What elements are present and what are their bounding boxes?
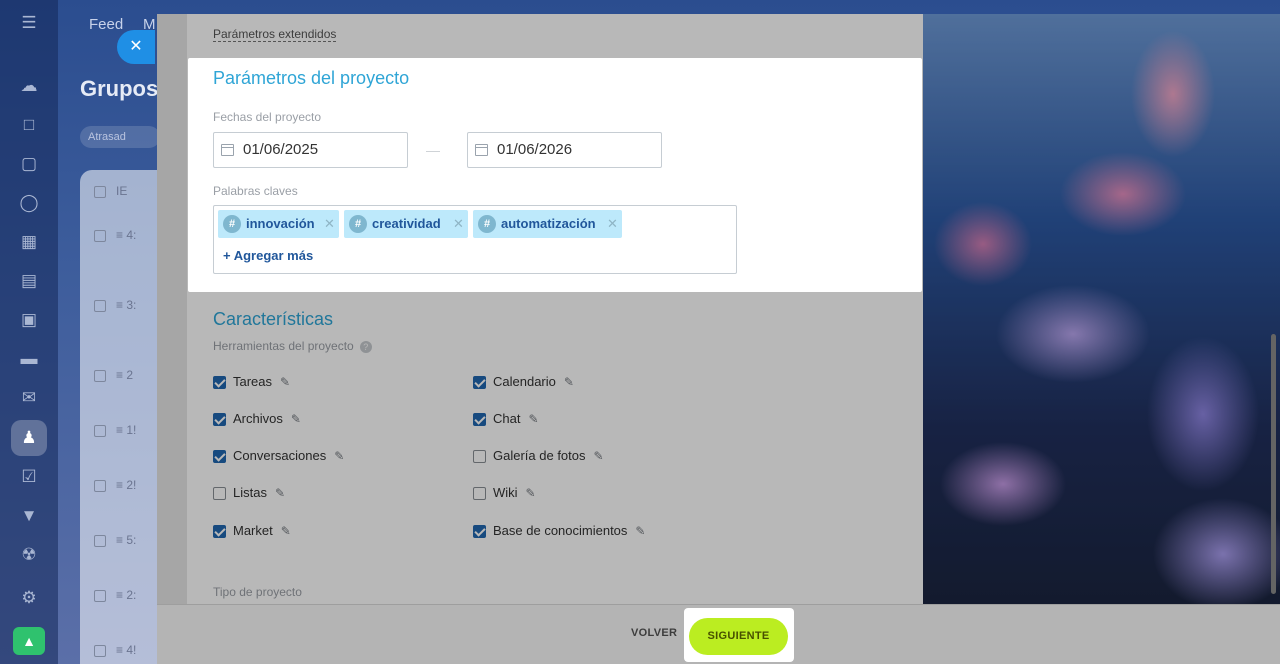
close-icon: ✕ [129, 38, 143, 55]
pencil-icon[interactable]: ✎ [334, 447, 344, 465]
start-date-input[interactable]: 01/06/2025 [213, 132, 408, 168]
tool-galeria[interactable]: Galería de fotos ✎ [473, 447, 604, 465]
mail-icon[interactable]: ✉ [17, 386, 41, 410]
close-slider-button[interactable]: ✕ [117, 30, 155, 64]
tool-archivos[interactable]: Archivos ✎ [213, 410, 301, 428]
tag-chip: # innovación ✕ [218, 210, 339, 238]
table-row[interactable]: ≡ 2: [94, 588, 154, 602]
settings-icon[interactable]: ⚙ [17, 586, 41, 610]
calendar-icon [221, 144, 234, 156]
pencil-icon[interactable]: ✎ [526, 484, 536, 502]
pencil-icon[interactable]: ✎ [281, 522, 291, 540]
checkbox-icon[interactable] [473, 524, 486, 538]
pencil-icon[interactable]: ✎ [528, 410, 538, 428]
checkbox-icon[interactable] [213, 412, 226, 426]
checklist-icon[interactable]: ☑ [17, 465, 41, 489]
end-date-input[interactable]: 01/06/2026 [467, 132, 662, 168]
tools-label: Herramientas del proyecto? [213, 339, 372, 353]
scrollbar[interactable] [1271, 334, 1276, 594]
table-row[interactable]: ≡ 2! [94, 478, 154, 492]
create-project-panel: Parámetros extendidos Características He… [157, 14, 1280, 664]
remove-tag-icon[interactable]: ✕ [453, 210, 464, 238]
left-sidebar: ☰ ☁ □ ▢ ◯ ▦ ▤ ▣ ▬ ✉ ♟ ☑ ▼ ☢ ⚙ ▲ [0, 0, 58, 664]
crm-icon[interactable]: ◯ [17, 191, 41, 215]
tool-chat[interactable]: Chat ✎ [473, 410, 539, 428]
tool-calendario[interactable]: Calendario ✎ [473, 373, 574, 391]
checkbox-icon[interactable] [473, 449, 486, 463]
hash-icon: # [349, 215, 367, 233]
tag-chip: # creatividad ✕ [344, 210, 468, 238]
robot-icon[interactable]: ☢ [17, 543, 41, 567]
hash-icon: # [223, 215, 241, 233]
calendar-icon[interactable]: ▦ [17, 230, 41, 254]
add-more-tags-link[interactable]: + Agregar más [223, 248, 313, 263]
footer-bar: VOLVER SIGUIENTE [157, 604, 1280, 664]
project-params-card: Parámetros del proyecto Fechas del proye… [188, 58, 922, 292]
project-type-label: Tipo de proyecto [213, 585, 302, 599]
tool-wiki[interactable]: Wiki ✎ [473, 484, 536, 502]
project-params-title: Parámetros del proyecto [213, 68, 410, 88]
remove-tag-icon[interactable]: ✕ [324, 210, 335, 238]
date-separator [426, 151, 440, 152]
pencil-icon[interactable]: ✎ [635, 522, 645, 540]
keywords-input[interactable]: # innovación ✕ # creatividad ✕ # automatizaci… [213, 205, 737, 274]
pencil-icon[interactable]: ✎ [280, 373, 290, 391]
table-row[interactable]: ≡ 3: [94, 298, 154, 312]
tasks-icon[interactable]: ▢ [17, 152, 41, 176]
checkbox-icon[interactable] [473, 375, 486, 389]
checkbox-icon[interactable] [213, 375, 226, 389]
table-row[interactable]: ≡ 4! [94, 643, 154, 657]
rocket-icon[interactable]: ▲ [13, 627, 45, 655]
table-header: IE [94, 184, 154, 198]
checkbox-icon[interactable] [213, 449, 226, 463]
help-icon[interactable]: ? [359, 340, 372, 353]
next-button[interactable]: SIGUIENTE [689, 618, 788, 655]
groups-icon[interactable]: ♟ [11, 420, 47, 456]
table-row[interactable]: ≡ 4: [94, 228, 154, 242]
sites-icon[interactable]: ▣ [17, 308, 41, 332]
tool-market[interactable]: Market ✎ [213, 522, 291, 540]
hash-icon: # [478, 215, 496, 233]
drive-icon[interactable]: ▬ [17, 347, 41, 371]
pencil-icon[interactable]: ✎ [275, 484, 285, 502]
pencil-icon[interactable]: ✎ [564, 373, 574, 391]
tool-tareas[interactable]: Tareas ✎ [213, 373, 290, 391]
checkbox-icon[interactable] [213, 486, 226, 500]
extended-params-link[interactable]: Parámetros extendidos [213, 27, 337, 42]
feed-icon[interactable]: ☁ [17, 74, 41, 98]
checkbox-icon[interactable] [213, 524, 226, 538]
pencil-icon[interactable]: ✎ [291, 410, 301, 428]
checkbox-icon[interactable] [94, 185, 106, 198]
flowers-background-image [923, 14, 1280, 604]
remove-tag-icon[interactable]: ✕ [607, 210, 618, 238]
checkbox-icon[interactable] [473, 412, 486, 426]
back-button[interactable]: VOLVER [631, 627, 677, 639]
checkbox-icon[interactable] [473, 486, 486, 500]
docs-icon[interactable]: ▤ [17, 269, 41, 293]
bg-filter-pill[interactable]: Atrasad [80, 126, 160, 148]
next-button-highlight: SIGUIENTE [684, 608, 794, 662]
table-row[interactable]: ≡ 5: [94, 533, 154, 547]
menu-icon[interactable]: ☰ [17, 11, 41, 35]
dates-label: Fechas del proyecto [213, 110, 322, 124]
calendar-icon [475, 144, 488, 156]
features-title: Características [213, 309, 334, 329]
tool-base-conocimientos[interactable]: Base de conocimientos ✎ [473, 522, 645, 540]
tool-listas[interactable]: Listas ✎ [213, 484, 285, 502]
tool-conversaciones[interactable]: Conversaciones ✎ [213, 447, 344, 465]
tag-chip: # automatización ✕ [473, 210, 622, 238]
table-row[interactable]: ≡ 2 [94, 368, 154, 382]
table-row[interactable]: ≡ 1! [94, 423, 154, 437]
keywords-label: Palabras claves [213, 184, 298, 198]
bg-page-title: Grupos [80, 76, 159, 101]
filter-icon[interactable]: ▼ [17, 504, 41, 528]
pencil-icon[interactable]: ✎ [594, 447, 604, 465]
bg-feed-tab[interactable]: Feed [89, 16, 123, 33]
chat-icon[interactable]: □ [17, 113, 41, 137]
